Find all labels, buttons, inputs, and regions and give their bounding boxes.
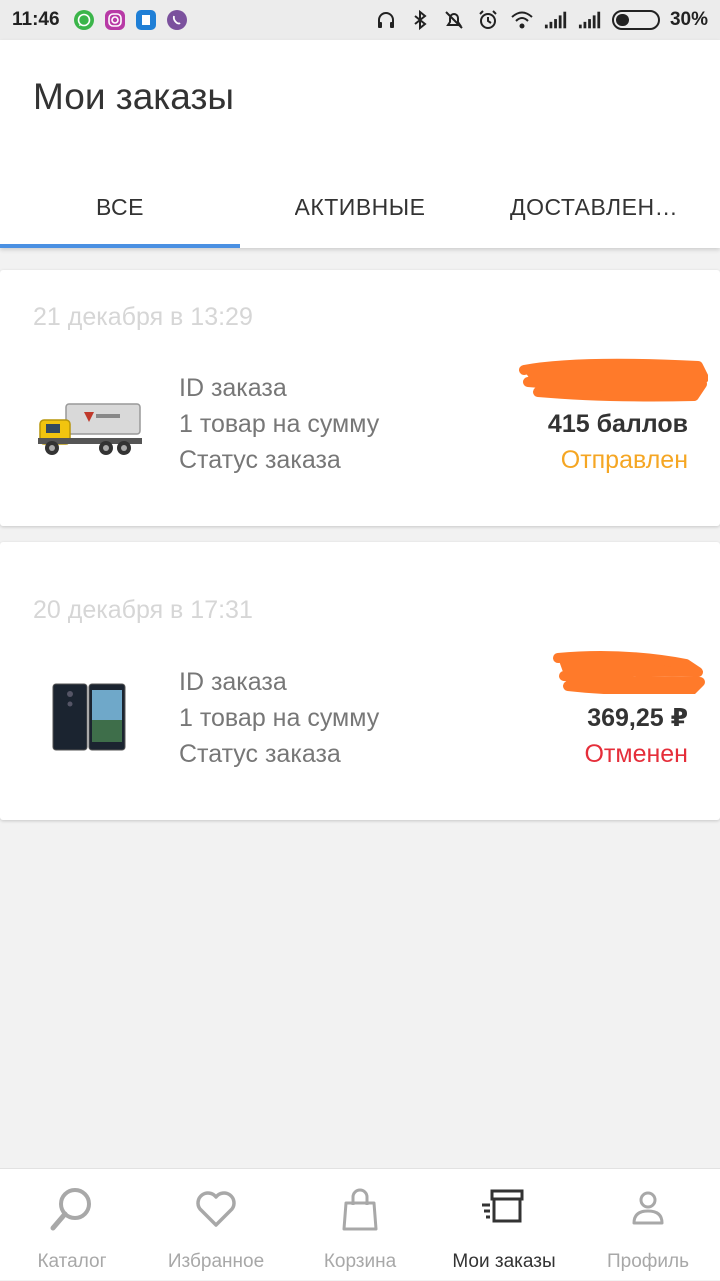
page-title: Мои заказы [33,76,235,117]
order-amount: 415 баллов [547,410,688,438]
whatsapp-icon [73,9,95,31]
nav-my-orders[interactable]: Мои заказы [432,1169,576,1281]
app-header: Мои заказы ВСЕ АКТИВНЫЕ ДОСТАВЛЕННЫЕ [0,40,720,248]
order-id-value [584,664,688,700]
bag-icon [336,1185,384,1239]
instagram-icon [104,9,126,31]
alarm-icon [476,8,500,32]
battery-percent: 30% [669,9,708,30]
order-amount: 369,25 ₽ [587,704,688,732]
order-date: 21 декабря в 13:29 [33,303,253,331]
tab-active[interactable]: АКТИВНЫЕ [240,166,480,248]
signal-icon [578,8,602,32]
profile-icon [624,1185,672,1239]
tab-label: ДОСТАВЛЕННЫЕ [510,193,690,220]
muted-icon [442,8,466,32]
smartphone-image [52,682,126,757]
battery-icon [611,10,660,30]
order-status-label: Статус заказа [179,740,341,768]
bluetooth-icon [408,8,432,32]
tab-delivered[interactable]: ДОСТАВЛЕННЫЕ [480,166,720,248]
order-status: Отменен [584,740,688,768]
order-id-label: ID заказа [179,374,287,402]
viber-icon [166,9,188,31]
wifi-icon [510,8,534,32]
order-id-value [548,370,688,406]
nav-label: Профиль [606,1251,690,1272]
nav-label: Каталог [37,1251,107,1272]
toy-truck-image [36,398,146,467]
order-values: 415 баллов Отправлен [548,370,688,478]
order-status-label: Статус заказа [179,446,341,474]
order-items-label: 1 товар на сумму [179,410,380,438]
nav-label: Корзина [323,1251,397,1272]
nav-cart[interactable]: Корзина [288,1169,432,1281]
order-id-label: ID заказа [179,668,287,696]
order-items-label: 1 товар на сумму [179,704,380,732]
nav-label: Мои заказы [452,1251,556,1272]
heart-icon [192,1185,240,1239]
battery-level [615,14,630,26]
search-icon [48,1185,96,1239]
order-card[interactable]: 20 декабря в 17:31 ID заказа 1 товар на … [0,542,720,820]
status-time: 11:46 [12,9,60,30]
app-icon [135,9,157,31]
nav-label: Избранное [167,1251,265,1272]
tab-bar: ВСЕ АКТИВНЫЕ ДОСТАВЛЕННЫЕ [0,166,720,248]
orders-icon [480,1185,528,1239]
signal-icon [544,8,568,32]
bottom-nav: Каталог Избранное Корзина Мои заказы Про… [0,1168,720,1280]
status-bar: 11:46 30% [0,0,720,40]
tab-label: АКТИВНЫЕ [294,193,426,220]
order-values: 369,25 ₽ Отменен [584,664,688,772]
order-labels: ID заказа 1 товар на сумму Статус заказа [179,664,379,772]
order-status: Отправлен [560,446,688,474]
order-date: 20 декабря в 17:31 [33,596,253,624]
nav-catalog[interactable]: Каталог [0,1169,144,1281]
headphones-icon [374,8,398,32]
order-card[interactable]: 21 декабря в 13:29 ID заказа 1 товар на … [0,270,720,526]
nav-profile[interactable]: Профиль [576,1169,720,1281]
nav-favorites[interactable]: Избранное [144,1169,288,1281]
tab-all[interactable]: ВСЕ [0,166,240,248]
tab-label: ВСЕ [95,193,145,220]
order-labels: ID заказа 1 товар на сумму Статус заказа [179,370,379,478]
